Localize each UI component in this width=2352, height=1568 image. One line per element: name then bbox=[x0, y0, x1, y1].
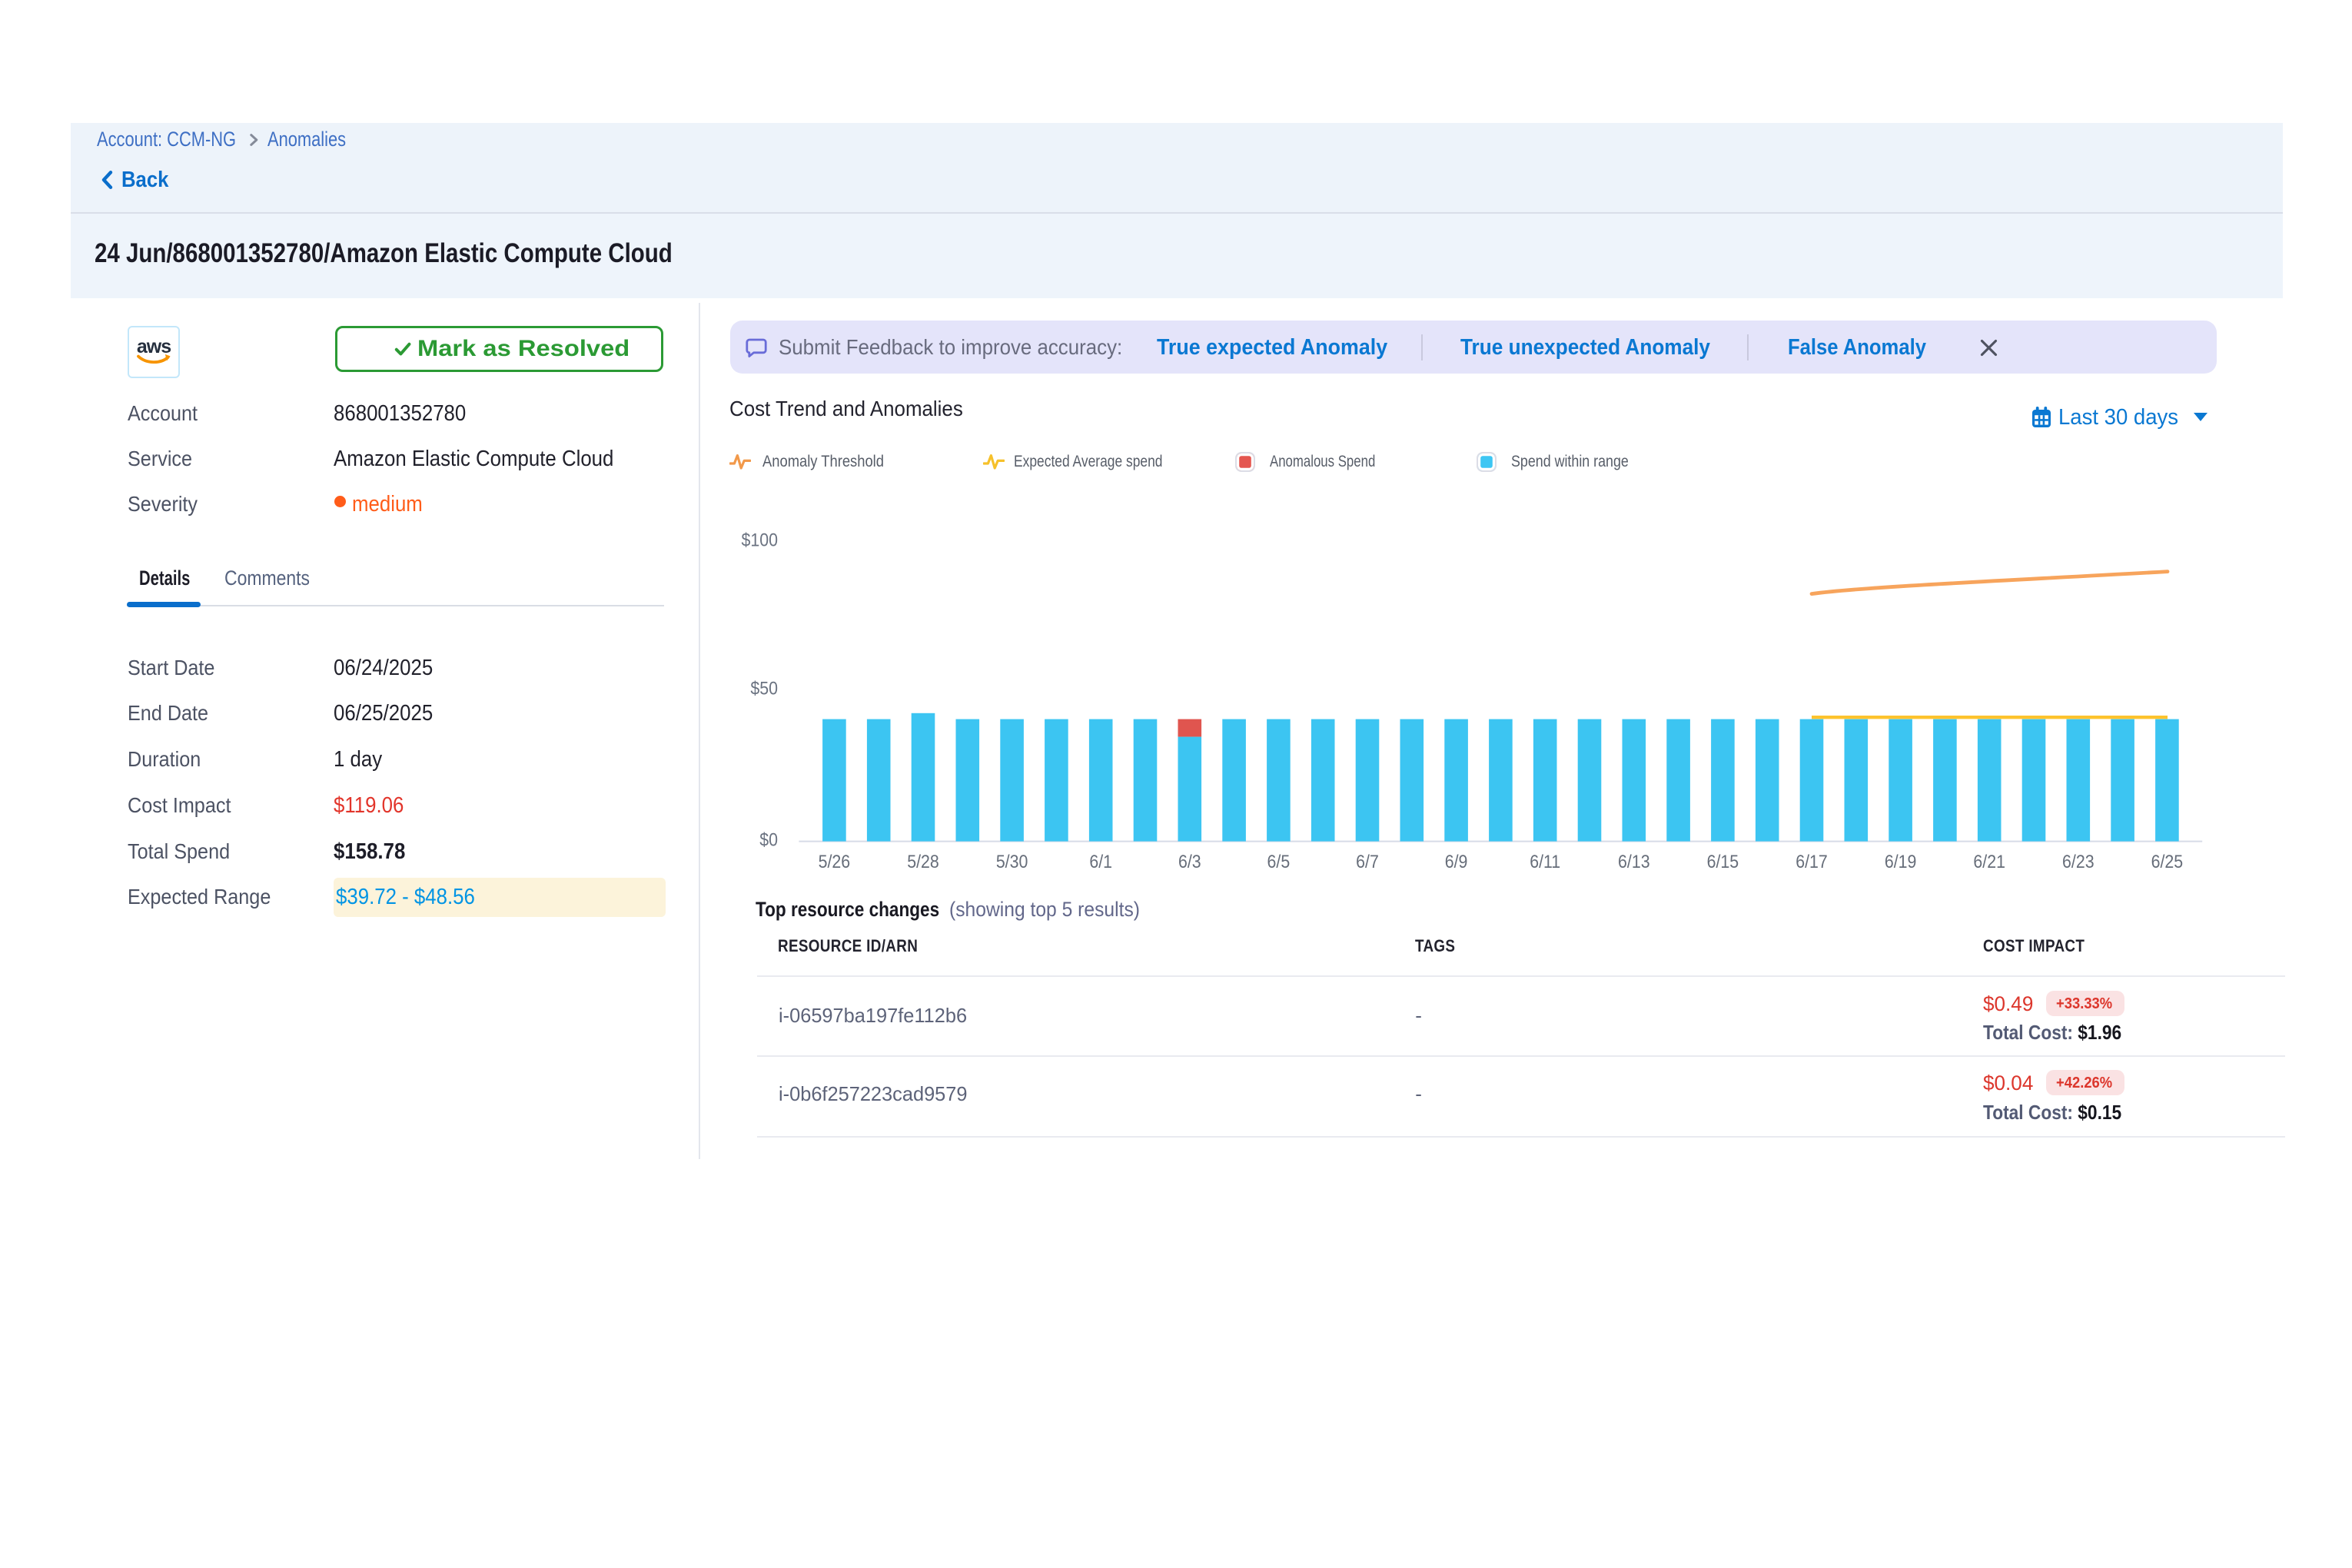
svg-text:6/19: 6/19 bbox=[1885, 851, 1917, 872]
svg-text:6/15: 6/15 bbox=[1707, 851, 1739, 872]
svg-text:6/7: 6/7 bbox=[1356, 851, 1379, 872]
svg-text:6/21: 6/21 bbox=[1973, 851, 2005, 872]
svg-text:6/17: 6/17 bbox=[1796, 851, 1828, 872]
svg-text:$50: $50 bbox=[750, 677, 778, 698]
svg-text:5/30: 5/30 bbox=[996, 851, 1028, 872]
svg-text:$100: $100 bbox=[742, 529, 778, 550]
svg-text:$0: $0 bbox=[759, 829, 778, 849]
svg-text:6/9: 6/9 bbox=[1445, 851, 1468, 872]
svg-text:6/13: 6/13 bbox=[1618, 851, 1650, 872]
svg-text:6/25: 6/25 bbox=[2151, 851, 2184, 872]
svg-text:6/11: 6/11 bbox=[1530, 851, 1560, 872]
svg-text:5/26: 5/26 bbox=[819, 851, 851, 872]
svg-text:aws: aws bbox=[137, 336, 171, 357]
svg-text:6/5: 6/5 bbox=[1267, 851, 1291, 872]
svg-text:6/23: 6/23 bbox=[2062, 851, 2095, 872]
svg-text:5/28: 5/28 bbox=[907, 851, 939, 872]
svg-text:6/3: 6/3 bbox=[1178, 851, 1201, 872]
svg-text:6/1: 6/1 bbox=[1089, 851, 1112, 872]
